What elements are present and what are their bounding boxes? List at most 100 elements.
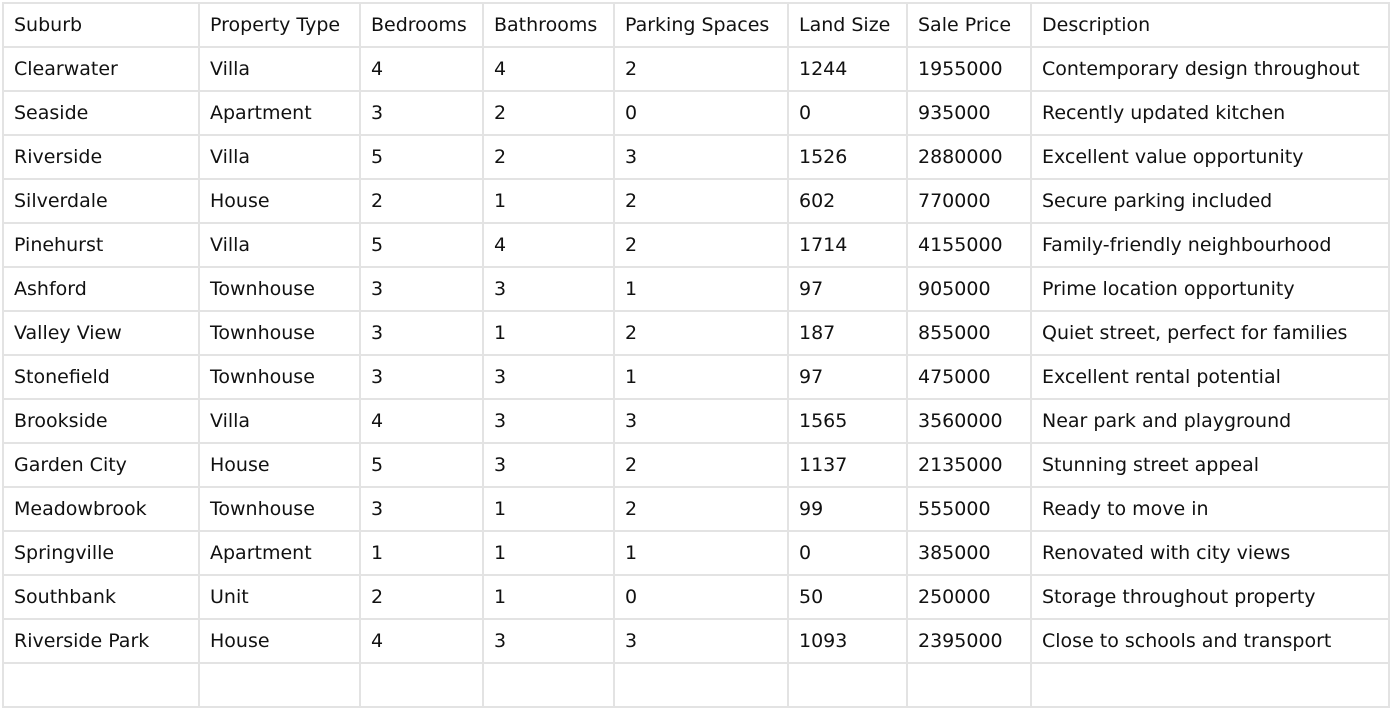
suburb-cell: Silverdale: [2, 178, 200, 224]
property-type-cell: [198, 662, 361, 708]
bathrooms-cell: 4: [482, 46, 615, 92]
table-row: [2, 662, 1390, 708]
sale-price-cell: 1955000: [906, 46, 1032, 92]
suburb-cell: Valley View: [2, 310, 200, 356]
table-row: Southbank Unit 2 1 0 50 250000 Storage througho…: [2, 574, 1390, 620]
bathrooms-cell: 1: [482, 530, 615, 576]
bathrooms-cell: 2: [482, 134, 615, 180]
sale-price-cell: 855000: [906, 310, 1032, 356]
parking-spaces-cell: [613, 662, 789, 708]
description-cell: Storage throughout property: [1030, 574, 1390, 620]
bedrooms-cell: 1: [359, 530, 484, 576]
description-cell: Excellent rental potential: [1030, 354, 1390, 400]
table-row: Meadowbrook Townhouse 3 1 2 99 555000 Ready to …: [2, 486, 1390, 532]
land-size-cell: 97: [787, 266, 908, 312]
bathrooms-cell: 1: [482, 574, 615, 620]
property-table-container: Suburb Property Type Bedrooms Bathrooms …: [2, 2, 1390, 708]
parking-spaces-cell: 1: [613, 266, 789, 312]
column-header-parking-spaces: Parking Spaces: [613, 2, 789, 48]
suburb-cell: Clearwater: [2, 46, 200, 92]
bathrooms-cell: 1: [482, 310, 615, 356]
column-header-sale-price: Sale Price: [906, 2, 1032, 48]
land-size-cell: 97: [787, 354, 908, 400]
property-type-cell: Townhouse: [198, 354, 361, 400]
bathrooms-cell: 1: [482, 486, 615, 532]
table-row: Ashford Townhouse 3 3 1 97 905000 Prime locatio…: [2, 266, 1390, 312]
parking-spaces-cell: 2: [613, 178, 789, 224]
table-row: Clearwater Villa 4 4 2 1244 1955000 Contemporar…: [2, 46, 1390, 92]
parking-spaces-cell: 0: [613, 574, 789, 620]
property-type-cell: Townhouse: [198, 486, 361, 532]
parking-spaces-cell: 3: [613, 134, 789, 180]
parking-spaces-cell: 2: [613, 310, 789, 356]
sale-price-cell: 555000: [906, 486, 1032, 532]
bathrooms-cell: [482, 662, 615, 708]
suburb-cell: Springville: [2, 530, 200, 576]
land-size-cell: 0: [787, 530, 908, 576]
description-cell: [1030, 662, 1390, 708]
bathrooms-cell: 1: [482, 178, 615, 224]
bathrooms-cell: 3: [482, 442, 615, 488]
bedrooms-cell: [359, 662, 484, 708]
bathrooms-cell: 3: [482, 398, 615, 444]
bathrooms-cell: 2: [482, 90, 615, 136]
property-type-cell: Villa: [198, 46, 361, 92]
sale-price-cell: 3560000: [906, 398, 1032, 444]
table-row: Garden City House 5 3 2 1137 2135000 Stunning s…: [2, 442, 1390, 488]
land-size-cell: 1093: [787, 618, 908, 664]
bedrooms-cell: 5: [359, 442, 484, 488]
sale-price-cell: 2395000: [906, 618, 1032, 664]
suburb-cell: Pinehurst: [2, 222, 200, 268]
sale-price-cell: 250000: [906, 574, 1032, 620]
suburb-cell: Seaside: [2, 90, 200, 136]
description-cell: Near park and playground: [1030, 398, 1390, 444]
bedrooms-cell: 3: [359, 310, 484, 356]
parking-spaces-cell: 1: [613, 354, 789, 400]
suburb-cell: Garden City: [2, 442, 200, 488]
description-cell: Family-friendly neighbourhood: [1030, 222, 1390, 268]
land-size-cell: 0: [787, 90, 908, 136]
suburb-cell: Stonefield: [2, 354, 200, 400]
description-cell: Secure parking included: [1030, 178, 1390, 224]
sale-price-cell: 770000: [906, 178, 1032, 224]
description-cell: Stunning street appeal: [1030, 442, 1390, 488]
bedrooms-cell: 5: [359, 222, 484, 268]
parking-spaces-cell: 2: [613, 46, 789, 92]
table-row: Brookside Villa 4 3 3 1565 3560000 Near park an…: [2, 398, 1390, 444]
bathrooms-cell: 3: [482, 266, 615, 312]
property-type-cell: Apartment: [198, 530, 361, 576]
suburb-cell: Meadowbrook: [2, 486, 200, 532]
column-header-bathrooms: Bathrooms: [482, 2, 615, 48]
parking-spaces-cell: 3: [613, 398, 789, 444]
land-size-cell: 1565: [787, 398, 908, 444]
sale-price-cell: 385000: [906, 530, 1032, 576]
bedrooms-cell: 4: [359, 46, 484, 92]
parking-spaces-cell: 3: [613, 618, 789, 664]
bedrooms-cell: 2: [359, 178, 484, 224]
description-cell: Quiet street, perfect for families: [1030, 310, 1390, 356]
parking-spaces-cell: 0: [613, 90, 789, 136]
column-header-description: Description: [1030, 2, 1390, 48]
bathrooms-cell: 4: [482, 222, 615, 268]
property-type-cell: Townhouse: [198, 310, 361, 356]
property-type-cell: House: [198, 178, 361, 224]
table-row: Pinehurst Villa 5 4 2 1714 4155000 Family-frien…: [2, 222, 1390, 268]
bedrooms-cell: 3: [359, 486, 484, 532]
column-header-property-type: Property Type: [198, 2, 361, 48]
sale-price-cell: 4155000: [906, 222, 1032, 268]
land-size-cell: 1714: [787, 222, 908, 268]
table-row: Seaside Apartment 3 2 0 0 935000 Recently updat…: [2, 90, 1390, 136]
description-cell: Close to schools and transport: [1030, 618, 1390, 664]
column-header-suburb: Suburb: [2, 2, 200, 48]
sale-price-cell: 905000: [906, 266, 1032, 312]
description-cell: Prime location opportunity: [1030, 266, 1390, 312]
land-size-cell: 1137: [787, 442, 908, 488]
property-type-cell: Townhouse: [198, 266, 361, 312]
sale-price-cell: 935000: [906, 90, 1032, 136]
bedrooms-cell: 2: [359, 574, 484, 620]
suburb-cell: Riverside Park: [2, 618, 200, 664]
table-body: Clearwater Villa 4 4 2 1244 1955000 Contemporar…: [2, 46, 1390, 708]
sale-price-cell: [906, 662, 1032, 708]
parking-spaces-cell: 2: [613, 222, 789, 268]
suburb-cell: Brookside: [2, 398, 200, 444]
